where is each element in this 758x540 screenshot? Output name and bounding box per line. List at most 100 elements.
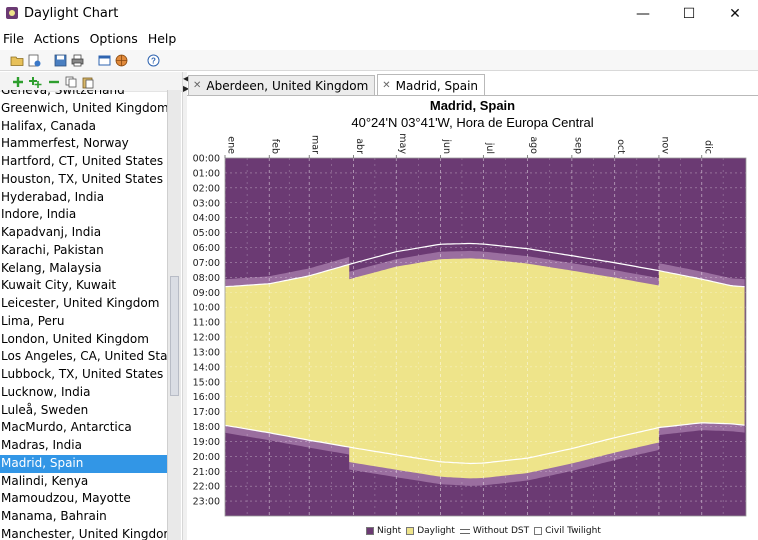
close-button[interactable]: ✕ — [712, 0, 758, 27]
window-title: Daylight Chart — [24, 6, 119, 21]
y-tick-label: 23:00 — [193, 497, 220, 508]
maximize-button[interactable]: ☐ — [666, 0, 712, 27]
list-item[interactable]: Halifax, Canada — [0, 118, 167, 136]
x-tick-label: ene — [226, 136, 237, 154]
x-tick-label: abr — [354, 138, 365, 154]
save-icon[interactable] — [53, 53, 68, 68]
legend-civil-twilight: Civil Twilight — [545, 526, 601, 536]
list-item[interactable]: Lucknow, India — [0, 384, 167, 402]
legend-without-dst-swatch — [459, 528, 470, 534]
list-item[interactable]: Hammerfest, Norway — [0, 135, 167, 153]
menu-file[interactable]: File — [0, 29, 29, 49]
daylight-chart: 00:00 01:00 02:00 03:00 04:00 05:00 06:00 07:00… — [193, 133, 747, 517]
help-icon[interactable]: ? — [146, 53, 161, 68]
tab-label: Madrid, Spain — [395, 78, 479, 93]
y-tick-label: 05:00 — [193, 228, 220, 239]
open-folder-icon[interactable] — [10, 53, 25, 68]
minimize-button[interactable]: — — [620, 0, 666, 27]
y-tick-label: 21:00 — [193, 467, 220, 478]
list-item[interactable]: Mamoudzou, Mayotte — [0, 490, 167, 508]
list-item[interactable]: Houston, TX, United States — [0, 171, 167, 189]
x-tick-label: may — [397, 133, 408, 154]
locations-scrollbar[interactable] — [168, 90, 181, 540]
y-tick-label: 08:00 — [193, 273, 220, 284]
list-item[interactable]: Kapadvanj, India — [0, 224, 167, 242]
y-tick-label: 14:00 — [193, 362, 220, 373]
y-tick-label: 09:00 — [193, 288, 220, 299]
list-item[interactable]: Hyderabad, India — [0, 189, 167, 207]
x-tick-label: dic — [702, 140, 713, 154]
list-item[interactable]: Los Angeles, CA, United States — [0, 348, 167, 366]
open-recent-icon[interactable] — [27, 53, 42, 68]
x-tick-label: nov — [659, 137, 670, 155]
remove-location-icon[interactable] — [47, 75, 61, 89]
list-item[interactable]: Greenwich, United Kingdom — [0, 100, 167, 118]
title-bar: Daylight Chart — ☐ ✕ — [0, 0, 758, 27]
chart-tabs: ✕ Aberdeen, United Kingdom ✕ Madrid, Spa… — [188, 74, 487, 96]
y-tick-label: 13:00 — [193, 347, 220, 358]
print-icon[interactable] — [70, 53, 85, 68]
y-tick-label: 22:00 — [193, 482, 220, 493]
list-item[interactable]: Leicester, United Kingdom — [0, 295, 167, 313]
legend-civil-twilight-swatch — [534, 527, 543, 535]
x-tick-label: jul — [484, 142, 495, 154]
y-tick-label: 17:00 — [193, 407, 220, 418]
locations-toolbar — [0, 72, 182, 92]
globe-icon[interactable] — [114, 53, 129, 68]
list-item[interactable]: MacMurdo, Antarctica — [0, 419, 167, 437]
list-item[interactable]: Kuwait City, Kuwait — [0, 277, 167, 295]
list-item[interactable]: Karachi, Pakistan — [0, 242, 167, 260]
y-tick-label: 11:00 — [193, 318, 220, 329]
list-item[interactable]: Lubbock, TX, United States — [0, 366, 167, 384]
x-tick-label: feb — [270, 139, 281, 154]
list-item[interactable]: Luleå, Sweden — [0, 402, 167, 420]
app-window: Daylight Chart — ☐ ✕ File Actions Option… — [0, 0, 758, 540]
list-item[interactable]: Indore, India — [0, 206, 167, 224]
legend-night-swatch — [366, 527, 374, 535]
list-item[interactable]: Hartford, CT, United States — [0, 153, 167, 171]
list-item[interactable]: Madras, India — [0, 437, 167, 455]
legend-daylight: Daylight — [417, 526, 455, 536]
scrollbar-thumb[interactable] — [170, 276, 179, 396]
tab-close-icon[interactable]: ✕ — [382, 76, 390, 96]
menu-bar: File Actions Options Help — [0, 29, 758, 49]
paste-icon[interactable] — [81, 75, 95, 89]
menu-help[interactable]: Help — [143, 29, 182, 49]
y-tick-label: 01:00 — [193, 168, 220, 179]
list-item[interactable]: Manchester, United Kingdom — [0, 526, 167, 540]
app-icon — [6, 7, 18, 19]
list-item[interactable]: London, United Kingdom — [0, 331, 167, 349]
window-icon[interactable] — [97, 53, 112, 68]
locations-panel: Geneva, Switzerland Greenwich, United Kin… — [0, 72, 182, 540]
tab-close-icon[interactable]: ✕ — [193, 76, 201, 96]
tab-aberdeen[interactable]: ✕ Aberdeen, United Kingdom — [188, 75, 376, 96]
locations-list[interactable]: Geneva, Switzerland Greenwich, United Kin… — [0, 90, 168, 540]
menu-actions[interactable]: Actions — [29, 29, 85, 49]
x-tick-label: jun — [441, 138, 452, 154]
list-item[interactable]: Kelang, Malaysia — [0, 260, 167, 278]
menu-options[interactable]: Options — [85, 29, 143, 49]
add-multiple-icon[interactable] — [28, 75, 42, 89]
legend-daylight-swatch — [406, 527, 415, 535]
add-location-icon[interactable] — [11, 75, 25, 89]
list-item[interactable]: Malindi, Kenya — [0, 473, 167, 491]
main-toolbar: ? — [0, 50, 758, 71]
y-tick-label: 03:00 — [193, 198, 220, 209]
y-tick-label: 06:00 — [193, 243, 220, 254]
list-item[interactable]: Lima, Peru — [0, 313, 167, 331]
y-tick-label: 02:00 — [193, 183, 220, 194]
svg-text:?: ? — [151, 57, 156, 66]
tab-madrid[interactable]: ✕ Madrid, Spain — [377, 74, 486, 96]
y-tick-label: 04:00 — [193, 213, 220, 224]
y-tick-label: 19:00 — [193, 437, 220, 448]
y-tick-label: 20:00 — [193, 452, 220, 463]
y-tick-label: 10:00 — [193, 303, 220, 314]
list-item[interactable]: Manama, Bahrain — [0, 508, 167, 526]
legend-night: Night — [377, 526, 402, 536]
y-tick-label: 00:00 — [193, 154, 220, 165]
y-tick-label: 12:00 — [193, 333, 220, 344]
list-item[interactable]: Madrid, Spain — [0, 454, 167, 473]
list-item[interactable]: Geneva, Switzerland — [0, 90, 167, 100]
copy-icon[interactable] — [64, 75, 78, 89]
y-tick-label: 16:00 — [193, 392, 220, 403]
